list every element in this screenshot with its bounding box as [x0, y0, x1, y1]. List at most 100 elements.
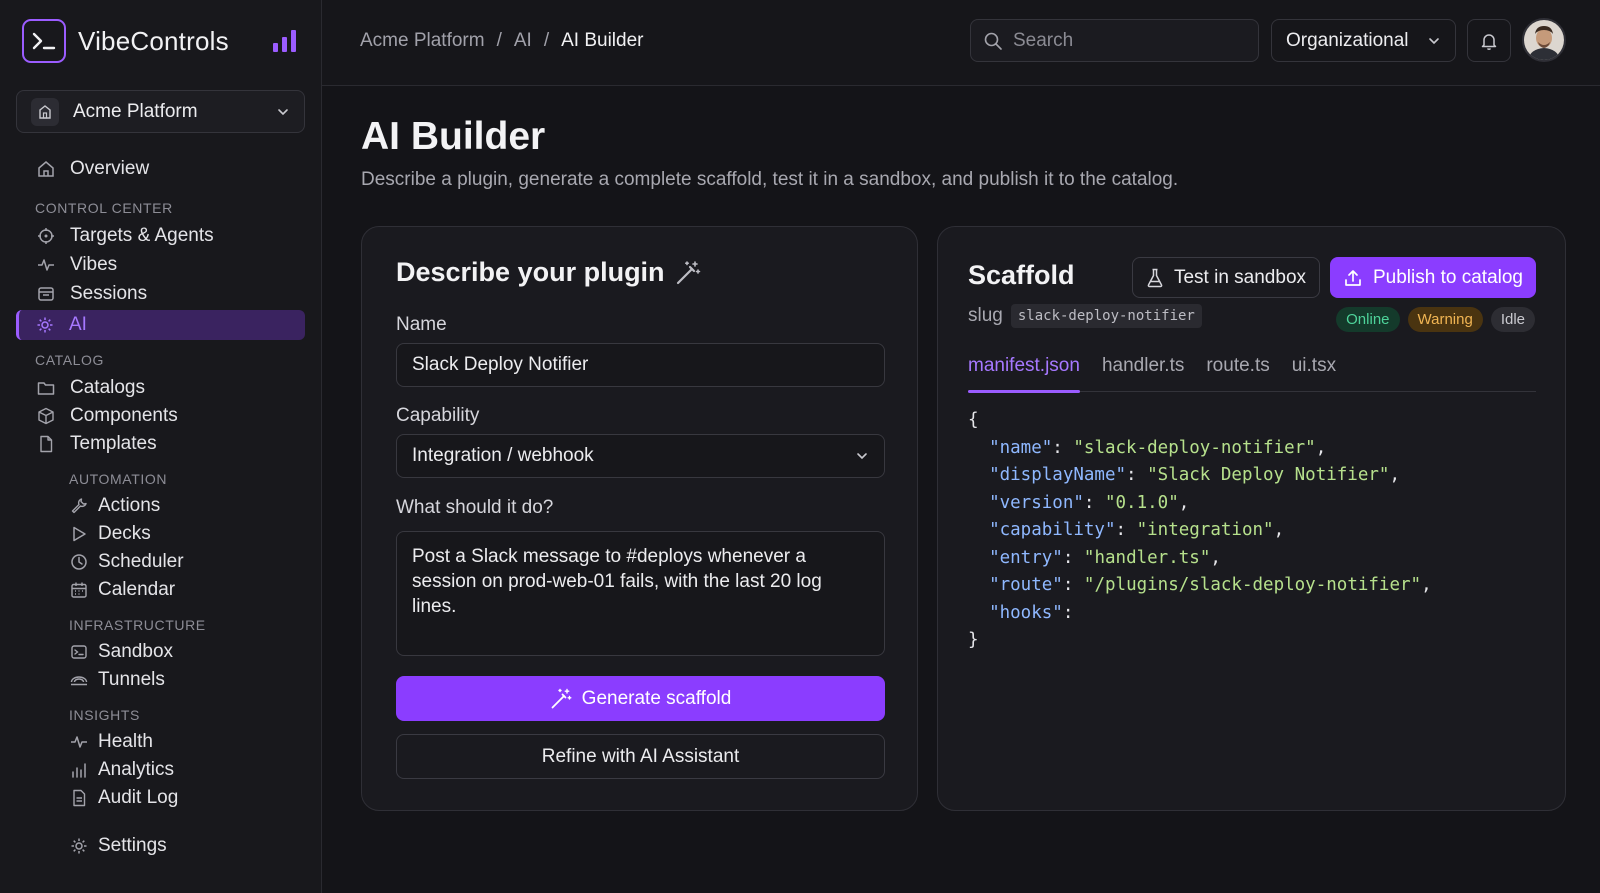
- workspace-label: Acme Platform: [73, 100, 198, 122]
- code-line: "displayName": "Slack Deploy Notifier",: [989, 465, 1400, 485]
- describe-title-text: Describe your plugin: [396, 257, 665, 287]
- code-trail: ,: [1389, 465, 1400, 485]
- code-line: "route": "/plugins/slack-deploy-notifier…: [989, 575, 1432, 595]
- name-label: Name: [396, 314, 447, 335]
- test-button-label: Test in sandbox: [1173, 266, 1307, 288]
- sidebar: VibeControls Acme Platform Overview CONT…: [0, 0, 322, 893]
- sidebar-item-sandbox[interactable]: Sandbox: [69, 638, 173, 666]
- sidebar-item-targets[interactable]: Targets & Agents: [36, 222, 214, 250]
- tab-manifest-json[interactable]: manifest.json: [968, 355, 1080, 393]
- generate-scaffold-button[interactable]: Generate scaffold: [396, 676, 885, 721]
- sidebar-item-components[interactable]: Components: [36, 402, 178, 430]
- code-trail: ,: [1421, 575, 1432, 595]
- status-badges: Online Warning Idle: [1336, 307, 1535, 332]
- sidebar-item-overview[interactable]: Overview: [36, 155, 149, 183]
- calendar-icon: [69, 580, 89, 600]
- publish-button-label: Publish to catalog: [1373, 266, 1523, 288]
- section-catalog: CATALOG: [35, 352, 105, 368]
- org-select[interactable]: Organizational: [1271, 19, 1456, 62]
- code-value: "0.1.0": [1104, 492, 1179, 513]
- test-sandbox-button[interactable]: Test in sandbox: [1132, 257, 1320, 298]
- capability-select[interactable]: Integration / webhook: [396, 434, 885, 478]
- breadcrumb-item-platform[interactable]: Acme Platform: [360, 30, 485, 52]
- sidebar-item-actions[interactable]: Actions: [69, 492, 160, 520]
- brand-name: VibeControls: [78, 25, 229, 56]
- sidebar-item-label: Analytics: [98, 759, 175, 780]
- tunnel-icon: [69, 670, 89, 690]
- sidebar-item-scheduler[interactable]: Scheduler: [69, 548, 184, 576]
- search-icon: [983, 31, 1003, 51]
- code-trail: ,: [1178, 492, 1190, 513]
- publish-catalog-button[interactable]: Publish to catalog: [1330, 257, 1536, 298]
- code-key: "version": [989, 492, 1084, 513]
- cube-icon: [36, 406, 56, 426]
- tab-ui-tsx[interactable]: ui.tsx: [1292, 355, 1336, 392]
- describe-title: Describe your plugin: [396, 257, 701, 288]
- name-field[interactable]: Slack Deploy Notifier: [396, 343, 885, 387]
- sidebar-item-label: Targets & Agents: [70, 225, 214, 246]
- sidebar-item-calendar[interactable]: Calendar: [69, 576, 175, 604]
- code-value: "integration": [1136, 520, 1274, 540]
- code-key: "route": [989, 575, 1063, 595]
- bar-chart-icon[interactable]: [272, 29, 298, 53]
- code-view: { "name": "slack-deploy-notifier", "disp…: [968, 407, 1432, 655]
- section-infrastructure: INFRASTRUCTURE: [69, 617, 206, 633]
- code-line: "name": "slack-deploy-notifier",: [989, 437, 1327, 458]
- activity-icon: [36, 255, 56, 275]
- describe-plugin-card: Describe your plugin Name Slack Deploy N…: [361, 226, 918, 811]
- code-trail: ,: [1210, 547, 1221, 568]
- capability-value: Integration / webhook: [412, 445, 594, 466]
- sidebar-item-sessions[interactable]: Sessions: [36, 280, 147, 308]
- chevron-down-icon: [855, 449, 869, 463]
- status-badge-warning: Warning: [1407, 307, 1483, 332]
- building-icon: [31, 97, 59, 126]
- notifications-button[interactable]: [1467, 19, 1511, 62]
- description-textarea[interactable]: Post a Slack message to #deploys wheneve…: [396, 531, 885, 656]
- page-subtitle: Describe a plugin, generate a complete s…: [361, 169, 1179, 190]
- document-icon: [69, 788, 89, 808]
- magic-wand-icon: [550, 688, 572, 710]
- sidebar-item-ai[interactable]: AI: [16, 310, 305, 340]
- sidebar-item-health[interactable]: Health: [69, 728, 153, 756]
- description-value: Post a Slack message to #deploys wheneve…: [412, 546, 822, 617]
- sidebar-item-label: Templates: [70, 433, 157, 454]
- search-input[interactable]: Search: [970, 19, 1259, 62]
- tab-handler-ts[interactable]: handler.ts: [1102, 355, 1184, 392]
- sidebar-item-audit-log[interactable]: Audit Log: [69, 784, 178, 812]
- sidebar-item-label: Calendar: [98, 579, 176, 600]
- sidebar-item-templates[interactable]: Templates: [36, 430, 157, 458]
- scaffold-title: Scaffold: [968, 260, 1075, 290]
- slug-row: slug slack-deploy-notifier: [968, 304, 1202, 328]
- file-icon: [36, 434, 56, 454]
- sidebar-item-label: Sessions: [70, 283, 148, 304]
- code-value: "Slack Deploy Notifier": [1147, 465, 1390, 485]
- workspace-select[interactable]: Acme Platform: [16, 90, 305, 133]
- sidebar-item-settings[interactable]: Settings: [69, 832, 167, 860]
- code-key: "name": [989, 437, 1053, 458]
- sidebar-item-label: Health: [98, 731, 153, 752]
- sidebar-item-label: Settings: [98, 835, 167, 856]
- code-key: "capability": [989, 520, 1116, 540]
- sidebar-item-catalogs[interactable]: Catalogs: [36, 374, 145, 402]
- sidebar-item-vibes[interactable]: Vibes: [36, 251, 117, 279]
- console-icon: [69, 642, 89, 662]
- breadcrumb-item-current: AI Builder: [561, 30, 644, 51]
- slug-label: slug: [968, 305, 1003, 326]
- brand[interactable]: VibeControls: [22, 18, 302, 64]
- sidebar-item-analytics[interactable]: Analytics: [69, 756, 174, 784]
- breadcrumb-item-ai[interactable]: AI: [514, 30, 532, 52]
- breadcrumb: Acme Platform / AI / AI Builder: [360, 30, 643, 52]
- home-icon: [36, 159, 56, 179]
- tab-route-ts[interactable]: route.ts: [1206, 355, 1269, 392]
- sidebar-item-decks[interactable]: Decks: [69, 520, 151, 548]
- avatar[interactable]: [1522, 18, 1566, 62]
- capability-label: Capability: [396, 405, 480, 426]
- chevron-down-icon: [1427, 34, 1441, 48]
- sidebar-item-label: Overview: [70, 158, 150, 179]
- sidebar-item-tunnels[interactable]: Tunnels: [69, 666, 165, 694]
- status-badge-idle: Idle: [1490, 307, 1535, 332]
- scaffold-card: Scaffold Test in sandbox Publish to cata…: [937, 226, 1566, 811]
- what-label: What should it do?: [396, 497, 554, 518]
- code-key: "hooks": [989, 602, 1063, 623]
- refine-ai-button[interactable]: Refine with AI Assistant: [396, 734, 885, 779]
